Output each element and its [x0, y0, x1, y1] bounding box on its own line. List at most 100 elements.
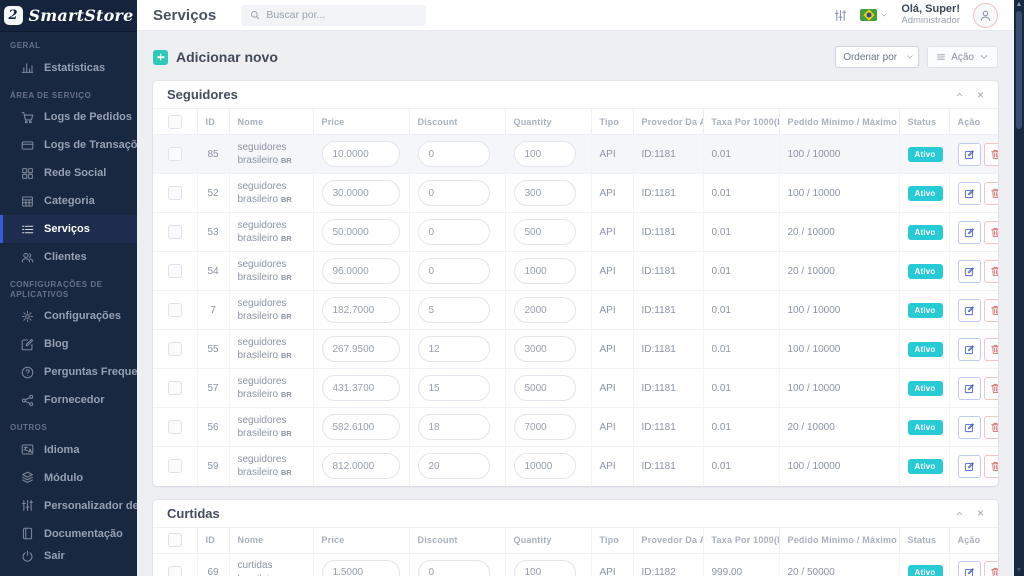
delete-button[interactable]: [984, 260, 999, 283]
quantity-input[interactable]: [514, 453, 576, 479]
search-input[interactable]: [266, 9, 417, 21]
discount-input[interactable]: [418, 141, 490, 167]
row-checkbox[interactable]: [168, 147, 182, 161]
user-role: Administrador: [901, 16, 960, 27]
row-checkbox[interactable]: [168, 264, 182, 278]
discount-input[interactable]: [418, 560, 490, 576]
quantity-input[interactable]: [514, 297, 576, 323]
bar-chart-icon: [21, 61, 34, 74]
sidebar-item-estatisticas[interactable]: Estatísticas: [0, 54, 137, 82]
brand-logo[interactable]: 2 SmartStore: [0, 0, 137, 32]
quantity-input[interactable]: [514, 375, 576, 401]
avatar[interactable]: [973, 3, 998, 28]
discount-input[interactable]: [418, 258, 490, 284]
quantity-input[interactable]: [514, 414, 576, 440]
delete-button[interactable]: [984, 561, 999, 576]
close-icon[interactable]: ×: [977, 89, 984, 101]
discount-input[interactable]: [418, 297, 490, 323]
select-all-checkbox[interactable]: [168, 533, 182, 547]
action-button[interactable]: Ação: [927, 46, 998, 68]
edit-button[interactable]: [958, 260, 981, 283]
discount-input[interactable]: [418, 414, 490, 440]
edit-button[interactable]: [958, 338, 981, 361]
delete-button[interactable]: [984, 416, 999, 439]
sidebar-item-categoria[interactable]: Categoria: [0, 187, 137, 215]
scroll-down-arrow[interactable]: ▼: [1016, 566, 1023, 575]
discount-input[interactable]: [418, 453, 490, 479]
add-new-button[interactable]: Adicionar novo: [153, 49, 278, 65]
price-input[interactable]: [322, 297, 400, 323]
select-all-checkbox[interactable]: [168, 115, 182, 129]
discount-input[interactable]: [418, 219, 490, 245]
row-checkbox[interactable]: [168, 303, 182, 317]
delete-button[interactable]: [984, 455, 999, 478]
quantity-input[interactable]: [514, 336, 576, 362]
price-input[interactable]: [322, 453, 400, 479]
delete-button[interactable]: [984, 143, 999, 166]
row-checkbox[interactable]: [168, 186, 182, 200]
sidebar-item-rede-social[interactable]: Rede Social: [0, 159, 137, 187]
row-checkbox[interactable]: [168, 420, 182, 434]
price-input[interactable]: [322, 375, 400, 401]
delete-button[interactable]: [984, 221, 999, 244]
delete-button[interactable]: [984, 299, 999, 322]
sidebar-item-sair[interactable]: Sair: [0, 542, 137, 570]
quantity-input[interactable]: [514, 141, 576, 167]
scroll-up-arrow[interactable]: ▲: [1016, 0, 1023, 9]
edit-button[interactable]: [958, 455, 981, 478]
quantity-input[interactable]: [514, 180, 576, 206]
discount-input[interactable]: [418, 375, 490, 401]
cell-type: API: [591, 408, 633, 447]
sidebar-item-logs-de-transacoes[interactable]: Logs de Transações: [0, 131, 137, 159]
edit-button[interactable]: [958, 299, 981, 322]
delete-button[interactable]: [984, 338, 999, 361]
sidebar-item-servicos[interactable]: Serviços: [0, 215, 137, 243]
edit-button[interactable]: [958, 416, 981, 439]
sidebar-item-fornecedor[interactable]: Fornecedor: [0, 386, 137, 414]
language-selector[interactable]: [860, 9, 888, 21]
delete-button[interactable]: [984, 182, 999, 205]
price-input[interactable]: [322, 141, 400, 167]
edit-button[interactable]: [958, 221, 981, 244]
status-badge: Ativo: [908, 303, 943, 318]
price-input[interactable]: [322, 219, 400, 245]
sidebar-item-logs-de-pedidos[interactable]: Logs de Pedidos: [0, 103, 137, 131]
edit-button[interactable]: [958, 182, 981, 205]
edit-button[interactable]: [958, 143, 981, 166]
sidebar-item-clientes[interactable]: Clientes: [0, 243, 137, 271]
price-input[interactable]: [322, 336, 400, 362]
sidebar-item-perguntas-frequentes[interactable]: Perguntas Frequentes: [0, 358, 137, 386]
sidebar-item-modulo[interactable]: Módulo: [0, 464, 137, 492]
quantity-input[interactable]: [514, 258, 576, 284]
quantity-input[interactable]: [514, 219, 576, 245]
edit-button[interactable]: [958, 377, 981, 400]
row-checkbox[interactable]: [168, 566, 182, 576]
edit-button[interactable]: [958, 561, 981, 576]
sidebar-item-label: Rede Social: [44, 167, 106, 179]
price-input[interactable]: [322, 414, 400, 440]
collapse-icon[interactable]: [955, 90, 964, 99]
sidebar-item-personalizador-de-tema[interactable]: Personalizador de Tema: [0, 492, 137, 520]
sidebar-item-idioma[interactable]: Idioma: [0, 436, 137, 464]
scrollbar-thumb[interactable]: [1016, 11, 1022, 129]
quantity-input[interactable]: [514, 560, 576, 576]
card-header: Seguidores ×: [153, 81, 998, 108]
row-checkbox[interactable]: [168, 459, 182, 473]
close-icon[interactable]: ×: [977, 507, 984, 519]
discount-input[interactable]: [418, 336, 490, 362]
price-input[interactable]: [322, 180, 400, 206]
row-checkbox[interactable]: [168, 381, 182, 395]
vertical-scrollbar[interactable]: ▲ ▼: [1014, 0, 1024, 576]
discount-input[interactable]: [418, 180, 490, 206]
sidebar-item-configuracoes[interactable]: Configurações: [0, 302, 137, 330]
order-by-select[interactable]: Ordenar por: [835, 46, 919, 68]
sidebar-item-blog[interactable]: Blog: [0, 330, 137, 358]
row-checkbox[interactable]: [168, 225, 182, 239]
sliders-icon[interactable]: [834, 9, 847, 22]
edit-icon: [21, 338, 34, 351]
delete-button[interactable]: [984, 377, 999, 400]
price-input[interactable]: [322, 258, 400, 284]
row-checkbox[interactable]: [168, 342, 182, 356]
price-input[interactable]: [322, 560, 400, 576]
collapse-icon[interactable]: [955, 509, 964, 518]
